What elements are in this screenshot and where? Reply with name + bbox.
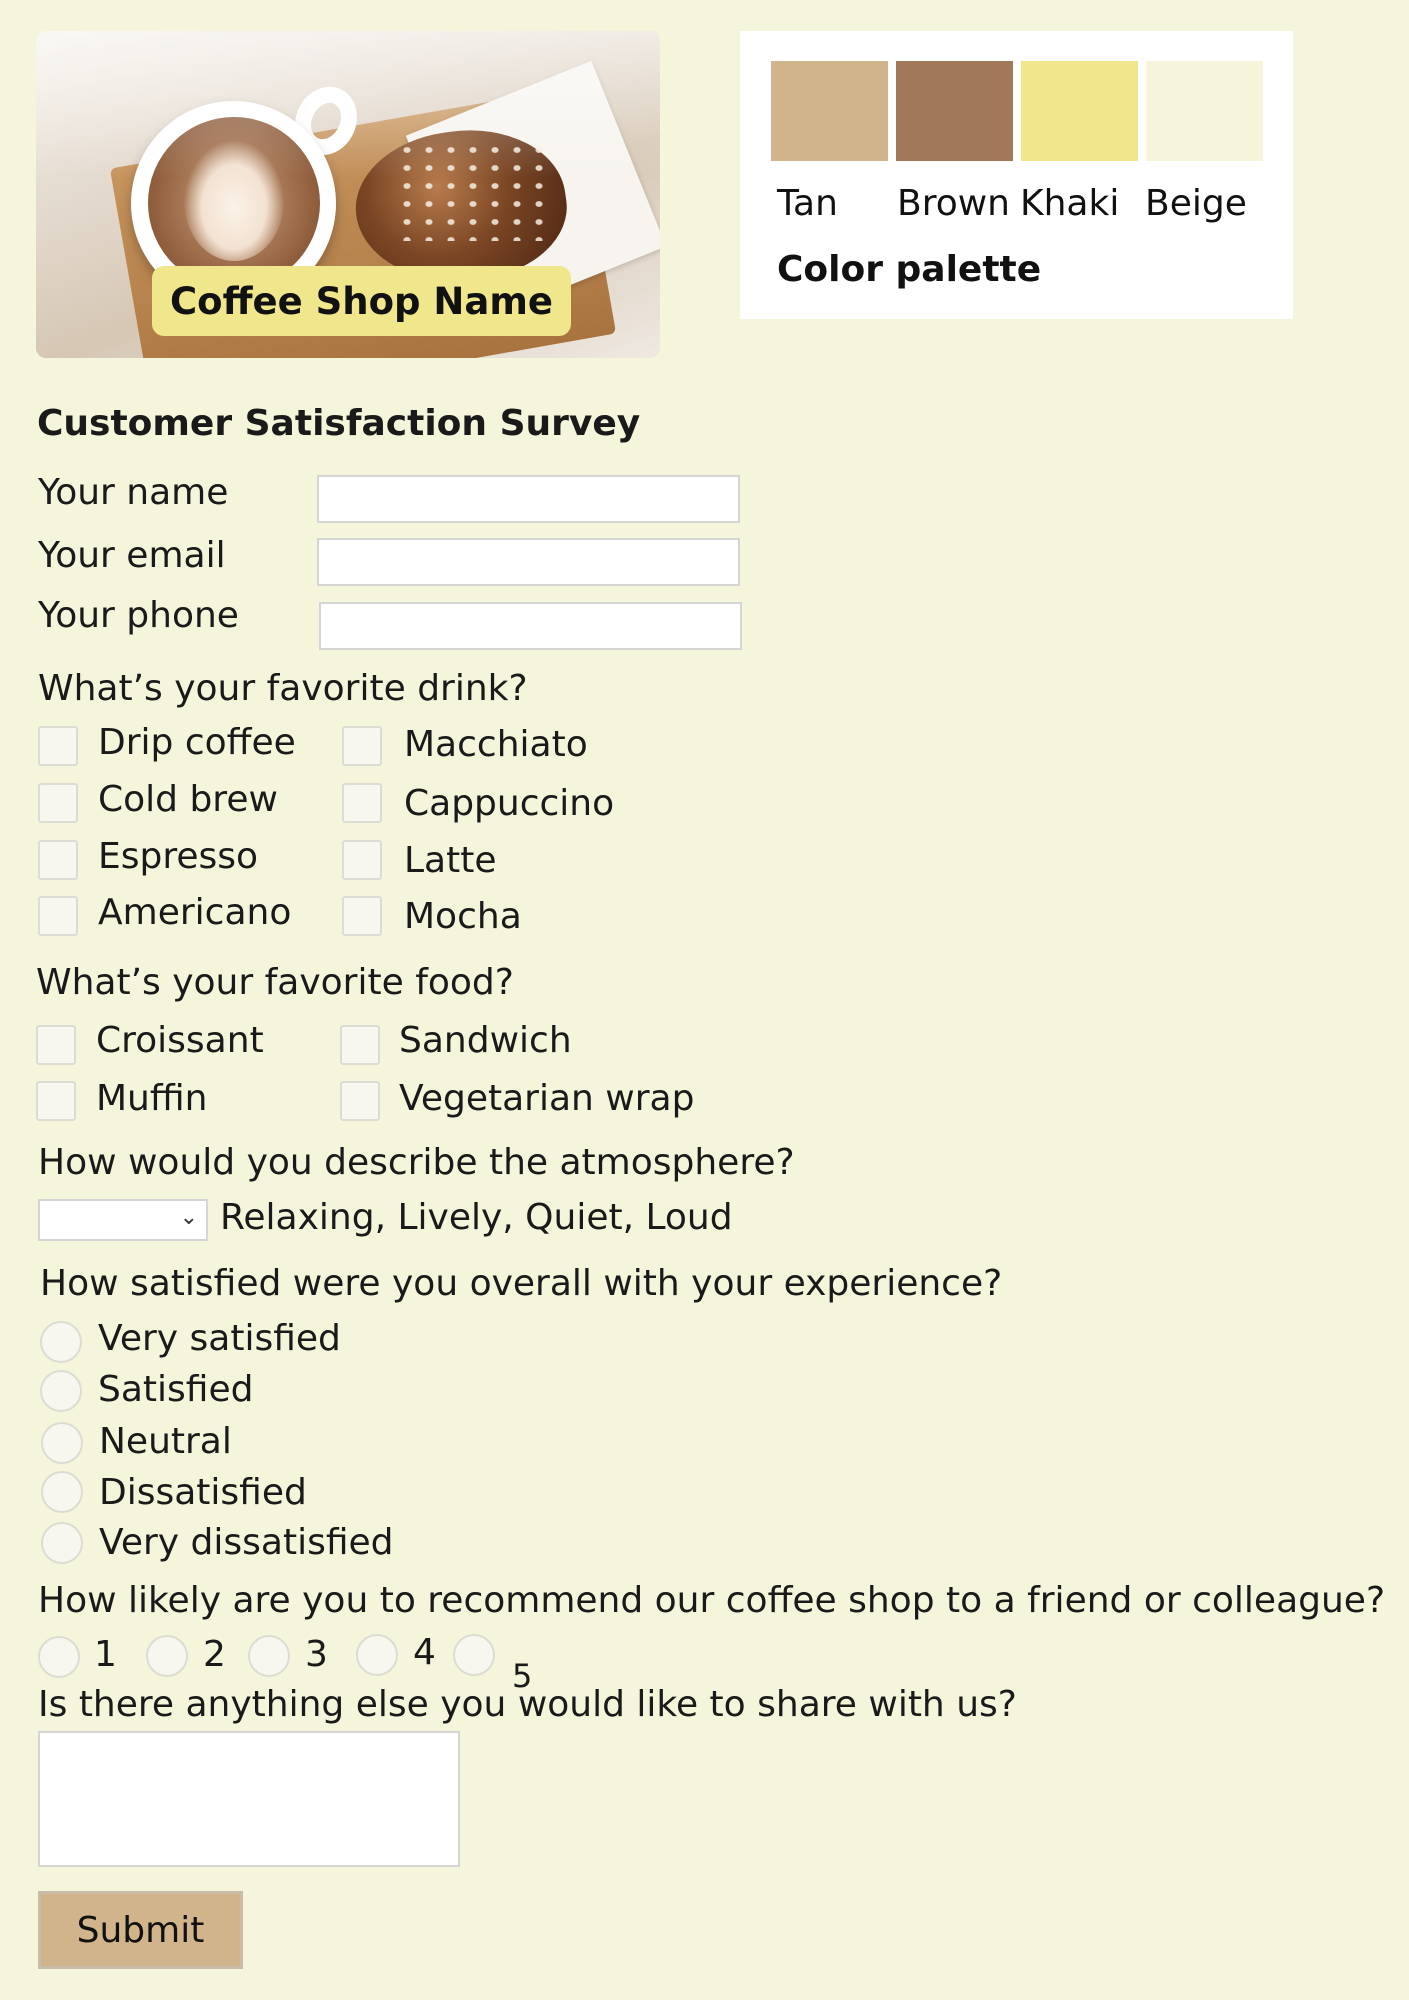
satisfaction-radio-satisfied[interactable] [40,1370,82,1412]
food-option-croissant: Croissant [96,1020,264,1061]
survey-title: Customer Satisfaction Survey [37,403,641,444]
recommend-option-2: 2 [203,1634,226,1675]
name-label: Your name [38,472,229,513]
drink-option-espresso: Espresso [98,836,259,877]
swatch-label-brown: Brown [897,183,1010,224]
drink-checkbox-cappuccino[interactable] [342,783,382,823]
drink-option-latte: Latte [404,840,497,881]
swatch-brown [896,61,1013,161]
food-question: What’s your favorite food? [36,962,514,1003]
phone-input[interactable] [319,602,742,650]
food-checkbox-vegetarian-wrap[interactable] [340,1081,380,1121]
recommend-option-4: 4 [413,1632,436,1673]
atmosphere-options-text: Relaxing, Lively, Quiet, Loud [220,1197,733,1238]
satisfaction-option-very-satisfied: Very satisfied [98,1318,341,1359]
palette-title: Color palette [777,249,1042,290]
swatch-tan [771,61,888,161]
satisfaction-radio-very-satisfied[interactable] [40,1321,82,1363]
drink-checkbox-americano[interactable] [38,896,78,936]
phone-label: Your phone [38,595,239,636]
food-checkbox-sandwich[interactable] [340,1025,380,1065]
satisfaction-radio-dissatisfied[interactable] [41,1471,83,1513]
chevron-down-icon: ⌄ [179,1205,198,1230]
food-checkbox-muffin[interactable] [36,1081,76,1121]
food-option-sandwich: Sandwich [399,1020,572,1061]
drink-option-cold-brew: Cold brew [98,779,278,820]
atmosphere-question: How would you describe the atmosphere? [38,1142,795,1183]
drink-option-macchiato: Macchiato [404,724,588,765]
drink-checkbox-espresso[interactable] [38,840,78,880]
satisfaction-option-neutral: Neutral [99,1421,232,1462]
satisfaction-option-satisfied: Satisfied [98,1369,254,1410]
drink-checkbox-drip-coffee[interactable] [38,726,78,766]
swatch-label-tan: Tan [777,183,838,224]
recommend-question: How likely are you to recommend our coff… [38,1580,1386,1621]
color-palette-card: Tan Brown Khaki Beige Color palette [740,31,1293,319]
drink-checkbox-cold-brew[interactable] [38,783,78,823]
swatch-label-khaki: Khaki [1020,183,1120,224]
drink-question: What’s your favorite drink? [38,668,528,709]
swatch-khaki [1021,61,1138,161]
drink-option-cappuccino: Cappuccino [404,783,615,824]
drink-checkbox-latte[interactable] [342,840,382,880]
recommend-option-3: 3 [305,1634,328,1675]
swatch-beige [1146,61,1263,161]
email-input[interactable] [317,538,740,586]
recommend-radio-2[interactable] [146,1635,188,1677]
comments-question: Is there anything else you would like to… [38,1684,1017,1725]
satisfaction-radio-very-dissatisfied[interactable] [41,1522,83,1564]
hero-image: Coffee Shop Name [36,31,660,358]
recommend-radio-5[interactable] [453,1634,495,1676]
food-option-vegetarian-wrap: Vegetarian wrap [399,1078,695,1119]
recommend-option-1: 1 [94,1634,117,1675]
submit-button[interactable]: Submit [38,1891,243,1969]
recommend-radio-1[interactable] [38,1636,80,1678]
food-checkbox-croissant[interactable] [36,1025,76,1065]
email-label: Your email [38,535,226,576]
name-input[interactable] [317,475,740,523]
shop-name-badge: Coffee Shop Name [152,266,571,336]
satisfaction-option-very-dissatisfied: Very dissatisfied [99,1522,394,1563]
recommend-radio-4[interactable] [356,1634,398,1676]
drink-checkbox-mocha[interactable] [342,896,382,936]
swatch-label-beige: Beige [1145,183,1247,224]
drink-option-americano: Americano [98,892,292,933]
comments-textarea[interactable] [38,1731,460,1867]
satisfaction-radio-neutral[interactable] [41,1422,83,1464]
drink-option-drip-coffee: Drip coffee [98,722,296,763]
satisfaction-option-dissatisfied: Dissatisfied [99,1472,307,1513]
recommend-radio-3[interactable] [248,1635,290,1677]
drink-option-mocha: Mocha [404,896,522,937]
satisfaction-question: How satisfied were you overall with your… [40,1263,1003,1304]
food-option-muffin: Muffin [96,1078,208,1119]
atmosphere-select[interactable]: ⌄ [38,1199,208,1241]
drink-checkbox-macchiato[interactable] [342,726,382,766]
